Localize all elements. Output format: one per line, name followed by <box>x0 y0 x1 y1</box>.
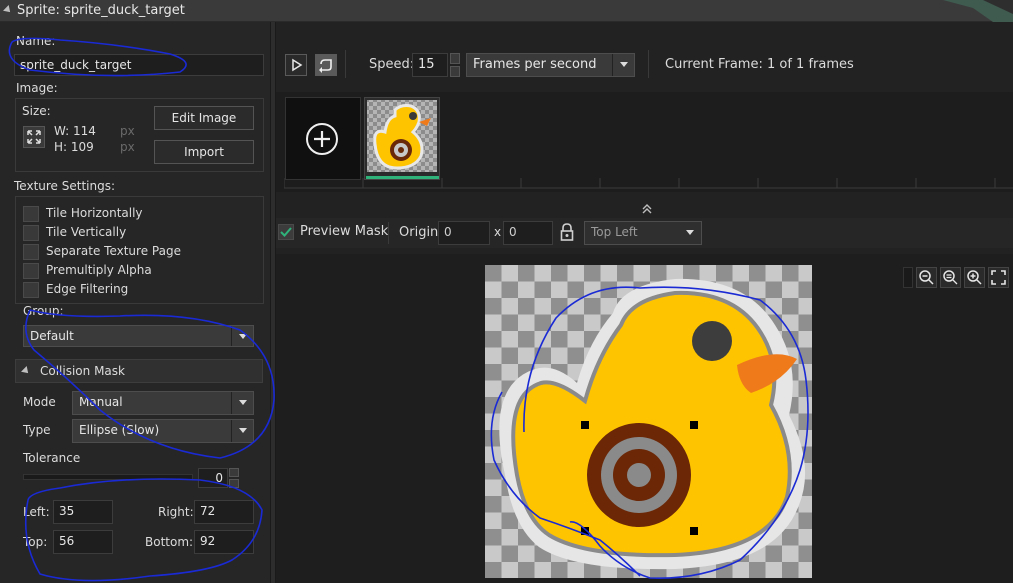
window-corner-decoration <box>943 0 1013 22</box>
origin-preset-value: Top Left <box>591 225 638 239</box>
mask-bottom-input[interactable]: 92 <box>194 530 254 554</box>
add-frame-button[interactable] <box>285 97 361 180</box>
width-value: W: 114 <box>54 124 96 138</box>
tile-horizontally-checkbox[interactable] <box>23 206 39 222</box>
tolerance-label: Tolerance <box>23 451 81 465</box>
chevron-down-icon <box>231 392 253 414</box>
preview-mask-checkbox[interactable] <box>278 224 294 240</box>
collision-mask-header[interactable]: Collision Mask <box>15 359 263 383</box>
tile-vertically-label: Tile Vertically <box>46 225 127 239</box>
origin-preset-dropdown[interactable]: Top Left <box>584 221 702 245</box>
lock-icon[interactable] <box>559 223 575 241</box>
mask-left-label: Left: <box>23 505 50 519</box>
collapse-triangle-icon <box>21 366 31 376</box>
speed-label: Speed: <box>369 57 415 72</box>
width-unit: px <box>120 124 135 138</box>
image-label: Image: <box>16 81 58 95</box>
zoom-out-icon <box>919 270 934 285</box>
separate-texture-page-checkbox[interactable] <box>23 244 39 260</box>
height-value: H: 109 <box>54 140 94 154</box>
texture-settings-label: Texture Settings: <box>14 179 116 193</box>
group-label: Group: <box>23 304 64 318</box>
chevron-down-icon <box>231 420 253 442</box>
tolerance-input[interactable]: 0 <box>198 468 228 488</box>
zoom-toolbar <box>903 267 1011 289</box>
toolbar-divider <box>388 222 389 244</box>
timeline-ruler <box>284 178 1013 189</box>
type-label: Type <box>23 423 51 437</box>
play-icon <box>292 58 303 72</box>
texture-group-value: Default <box>30 329 74 343</box>
mask-mode-value: Manual <box>79 395 123 409</box>
frame-thumbnail[interactable] <box>364 97 440 180</box>
mask-type-dropdown[interactable]: Ellipse (Slow) <box>72 419 254 443</box>
fullscreen-icon <box>991 270 1006 285</box>
play-button[interactable] <box>285 54 307 76</box>
collapse-triangle-icon[interactable] <box>3 5 13 15</box>
speed-unit-value: Frames per second <box>473 57 597 72</box>
texture-group-dropdown[interactable]: Default <box>23 325 254 347</box>
origin-y-input[interactable]: 0 <box>503 221 553 245</box>
chevron-down-icon <box>612 54 634 76</box>
premultiply-alpha-checkbox[interactable] <box>23 263 39 279</box>
zoom-out-button[interactable] <box>916 267 937 288</box>
collapse-icon[interactable] <box>640 203 654 215</box>
duck-thumbnail-image <box>367 100 437 172</box>
mask-left-input[interactable]: 35 <box>53 500 113 524</box>
height-unit: px <box>120 140 135 154</box>
drag-handle-icon[interactable] <box>903 267 913 288</box>
speed-unit-dropdown[interactable]: Frames per second <box>466 53 635 77</box>
checkmark-icon <box>280 227 292 237</box>
window-title: Sprite: sprite_duck_target <box>17 3 185 18</box>
origin-x-input[interactable]: 0 <box>438 221 490 245</box>
speed-input[interactable]: 15 <box>412 53 448 77</box>
mask-right-label: Right: <box>158 505 194 519</box>
mask-bottom-label: Bottom: <box>145 535 194 549</box>
mask-right-input[interactable]: 72 <box>194 500 254 524</box>
fullscreen-button[interactable] <box>988 267 1009 288</box>
size-label: Size: <box>22 104 51 118</box>
zoom-in-button[interactable] <box>964 267 985 288</box>
chevron-down-icon <box>231 326 253 346</box>
preview-mask-label: Preview Mask <box>300 224 389 239</box>
tile-horizontally-label: Tile Horizontally <box>46 206 143 220</box>
origin-label: Origin: <box>399 225 443 240</box>
zoom-reset-button[interactable] <box>940 267 961 288</box>
tolerance-up-button[interactable] <box>229 468 239 477</box>
sprite-name-input[interactable]: sprite_duck_target <box>14 54 264 76</box>
speed-down-button[interactable] <box>450 66 460 77</box>
edge-filtering-checkbox[interactable] <box>23 282 39 298</box>
name-label: Name: <box>16 34 56 48</box>
mask-top-input[interactable]: 56 <box>53 530 113 554</box>
collision-mask-label: Collision Mask <box>40 364 125 378</box>
toolbar-divider <box>345 50 346 78</box>
premultiply-alpha-label: Premultiply Alpha <box>46 263 152 277</box>
current-frame-label: Current Frame: 1 of 1 frames <box>665 57 854 72</box>
mask-top-label: Top: <box>23 535 48 549</box>
add-icon <box>306 123 338 155</box>
mask-mode-dropdown[interactable]: Manual <box>72 391 254 415</box>
speed-up-button[interactable] <box>450 53 460 64</box>
tolerance-down-button[interactable] <box>229 479 239 488</box>
separate-texture-page-label: Separate Texture Page <box>46 244 181 258</box>
loop-button[interactable] <box>315 54 337 76</box>
edge-filtering-label: Edge Filtering <box>46 282 129 296</box>
mode-label: Mode <box>23 395 56 409</box>
zoom-in-icon <box>967 270 982 285</box>
edit-image-button[interactable]: Edit Image <box>154 106 254 130</box>
import-button[interactable]: Import <box>154 140 254 164</box>
window-titlebar: Sprite: sprite_duck_target <box>0 0 1013 22</box>
resize-icon[interactable] <box>23 126 45 148</box>
loop-icon <box>319 59 332 73</box>
tile-vertically-checkbox[interactable] <box>23 225 39 241</box>
tolerance-slider[interactable] <box>23 474 193 480</box>
origin-separator: x <box>494 225 502 239</box>
toolbar-divider <box>648 50 649 78</box>
sprite-image <box>485 265 812 578</box>
zoom-reset-icon <box>943 270 958 285</box>
chevron-down-icon <box>679 222 701 244</box>
mask-type-value: Ellipse (Slow) <box>79 423 160 437</box>
